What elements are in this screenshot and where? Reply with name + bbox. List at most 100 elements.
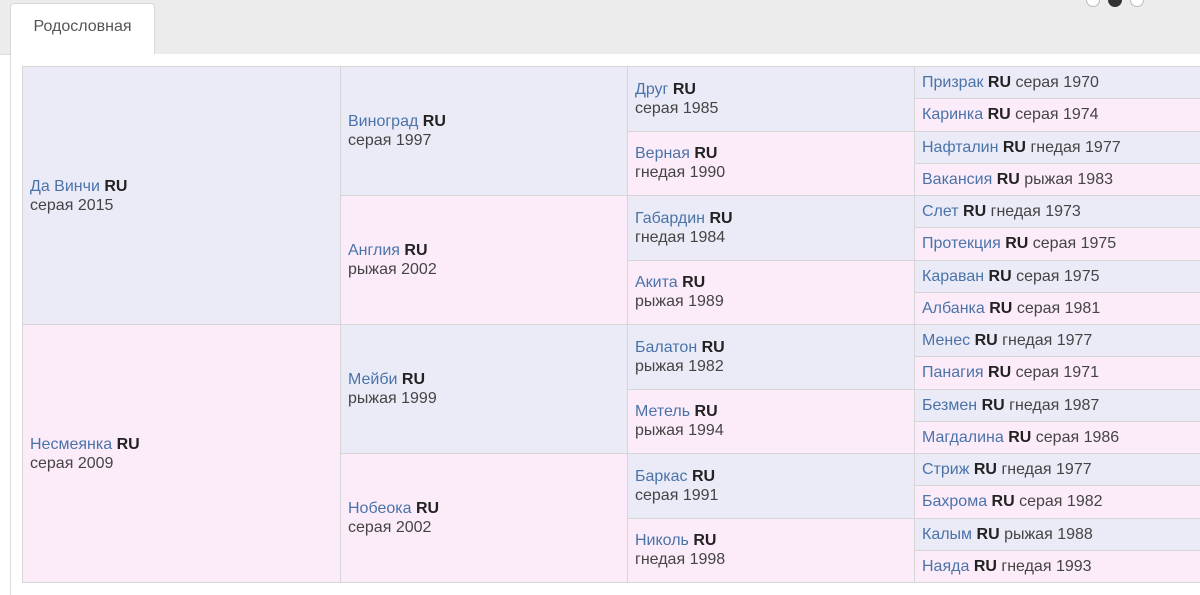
pedigree-cell-gen4: Призрак RU серая 1970: [914, 65, 1200, 100]
horse-name-link[interactable]: Калым: [922, 526, 972, 543]
horse-name-link[interactable]: Нобеока: [348, 500, 411, 517]
birth-year: 1982: [1066, 493, 1103, 511]
horse-name-link[interactable]: Балатон: [635, 339, 697, 356]
horse-name-link[interactable]: Панагия: [922, 364, 984, 381]
pedigree-cell-gen2: Мейби RU рыжая 1999: [340, 324, 628, 454]
horse-name-link[interactable]: Вакансия: [922, 171, 992, 188]
country-code: RU: [104, 177, 128, 195]
country-code: RU: [989, 299, 1013, 317]
horse-name-link[interactable]: Метель: [635, 403, 690, 420]
birth-year: 1985: [682, 99, 719, 117]
coat-color: рыжая: [1004, 525, 1053, 543]
horse-name-link[interactable]: Верная: [635, 145, 690, 162]
pedigree-table: Да Винчи RU серая 2015 Виноград RU серая 19…: [22, 65, 1200, 584]
pager-dot-1[interactable]: [1086, 0, 1100, 7]
horse-name-link[interactable]: Мейби: [348, 371, 397, 388]
coat-color: серая: [1019, 493, 1063, 511]
country-code: RU: [694, 145, 718, 163]
horse-name-link[interactable]: Магдалина: [922, 429, 1004, 446]
coat-color: серая: [1016, 299, 1061, 317]
country-code: RU: [976, 525, 1000, 543]
coat-color: серая: [1015, 364, 1059, 382]
birth-year: 2002: [401, 261, 437, 278]
pedigree-cell-gen4: Менес RU гнедая 1977: [914, 323, 1200, 358]
country-code: RU: [701, 338, 725, 356]
coat-color: серая: [1032, 235, 1077, 253]
coat-color: гнедая: [1001, 557, 1052, 575]
coat-color: серая: [1016, 267, 1060, 285]
country-code: RU: [963, 203, 987, 221]
horse-name-link[interactable]: Друг: [635, 81, 668, 98]
horse-name-link[interactable]: Албанка: [922, 300, 985, 317]
birth-year: 1973: [1045, 203, 1081, 221]
horse-name-link[interactable]: Габардин: [635, 210, 705, 227]
country-code: RU: [1002, 138, 1026, 156]
birth-year: 1993: [1055, 557, 1092, 575]
country-code: RU: [415, 500, 440, 517]
coat-color: серая: [1015, 106, 1059, 124]
horse-name-link[interactable]: Несмеянка: [30, 436, 112, 453]
horse-name-link[interactable]: Караван: [922, 268, 984, 285]
horse-name-link[interactable]: Призрак: [922, 74, 983, 91]
pedigree-cell-gen4: Вакансия RU рыжая 1983: [914, 162, 1200, 197]
horse-name-link[interactable]: Виноград: [348, 113, 418, 130]
pedigree-cell-gen4: Безмен RU гнедая 1987: [914, 388, 1200, 422]
pedigree-cell-gen1: Да Винчи RU серая 2015: [22, 66, 341, 325]
coat-color: серая: [1035, 428, 1080, 446]
pedigree-cell-gen4: Албанка RU серая 1981: [914, 291, 1200, 326]
horse-name-link[interactable]: Нафталин: [922, 139, 998, 156]
country-code: RU: [672, 80, 696, 98]
pedigree-cell-gen4: Стриж RU гнедая 1977: [914, 452, 1200, 487]
pedigree-cell-gen3: Друг RU серая 1985: [627, 66, 915, 132]
pedigree-row: Да Винчи RU серая 2015 Виноград RU серая 19…: [22, 65, 1200, 325]
horse-name-link[interactable]: Николь: [635, 532, 689, 549]
pedigree-cell-gen3: Баркас RU серая 1991: [627, 453, 915, 519]
pedigree-cell-gen4: Нафталин RU гнедая 1977: [914, 130, 1200, 164]
coat-color: серая: [635, 99, 679, 117]
horse-name-link[interactable]: Безмен: [922, 397, 977, 414]
coat-color: гнедая: [1009, 396, 1060, 414]
horse-name-link[interactable]: Слет: [922, 203, 959, 220]
coat-color: рыжая: [1024, 170, 1073, 188]
pedigree-cell-gen3: Габардин RU гнедая 1984: [627, 195, 915, 261]
birth-year: 1974: [1062, 106, 1099, 124]
horse-name-link[interactable]: Стриж: [922, 461, 969, 478]
coat-color: рыжая: [635, 422, 684, 440]
horse-name-link[interactable]: Да Винчи: [30, 178, 100, 195]
horse-name-link[interactable]: Бахрома: [922, 493, 987, 510]
horse-name-link[interactable]: Баркас: [635, 468, 688, 485]
country-code: RU: [404, 242, 428, 259]
horse-name-link[interactable]: Англия: [348, 242, 400, 259]
pedigree-cell-gen2: Виноград RU серая 1997: [340, 66, 628, 196]
pedigree-cell-gen4: Магдалина RU серая 1986: [914, 420, 1200, 455]
pager-dot-3[interactable]: [1130, 0, 1144, 7]
horse-name-link[interactable]: Акита: [635, 274, 678, 291]
country-code: RU: [973, 461, 997, 479]
country-code: RU: [1008, 428, 1032, 446]
coat-color: серая: [1015, 74, 1059, 92]
birth-year: 1970: [1063, 74, 1099, 92]
pedigree-cell-gen3: Балатон RU рыжая 1982: [627, 324, 915, 390]
birth-year: 1983: [1077, 170, 1113, 188]
country-code: RU: [973, 557, 997, 575]
coat-color: серая: [348, 519, 392, 536]
country-code: RU: [709, 209, 733, 227]
tab-pedigree[interactable]: Родословная: [10, 3, 155, 55]
coat-color: серая: [635, 486, 679, 504]
country-code: RU: [422, 113, 446, 130]
coat-color: серая: [348, 132, 392, 149]
birth-year: 1991: [682, 486, 719, 504]
pedigree-cell-gen4: Панагия RU серая 1971: [914, 356, 1200, 390]
horse-name-link[interactable]: Протекция: [922, 235, 1001, 252]
pager-dot-2[interactable]: [1108, 0, 1122, 7]
birth-year: 1989: [688, 293, 724, 311]
tab-bar: Родословная: [0, 0, 1200, 55]
horse-name-link[interactable]: Наяда: [922, 558, 969, 575]
pedigree-cell-gen2: Англия RU рыжая 2002: [340, 195, 628, 325]
country-code: RU: [991, 493, 1015, 511]
horse-name-link[interactable]: Менес: [922, 332, 970, 349]
coat-color: гнедая: [1002, 332, 1053, 350]
birth-year: 1971: [1063, 364, 1099, 382]
coat-color: гнедая: [635, 228, 686, 246]
horse-name-link[interactable]: Каринка: [922, 106, 983, 123]
